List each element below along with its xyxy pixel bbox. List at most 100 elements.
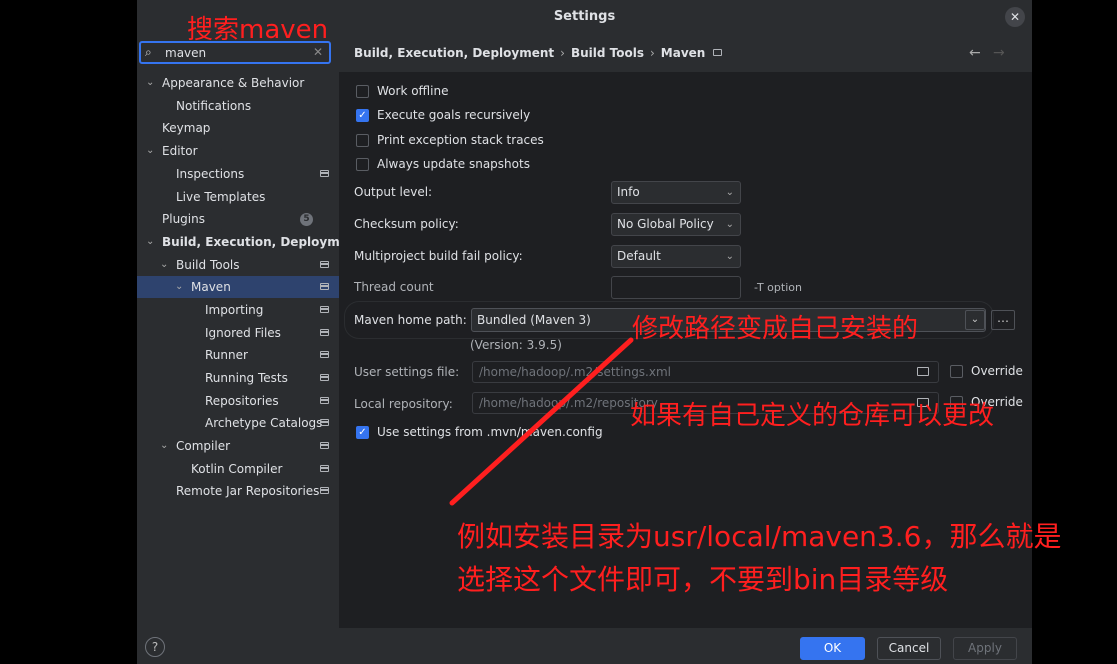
- project-settings-icon: [713, 49, 723, 56]
- sidebar-item-build-tools[interactable]: ⌄ Build Tools: [137, 254, 339, 276]
- select-value: Info: [617, 185, 640, 199]
- local-repository-label: Local repository:: [354, 397, 453, 411]
- sidebar-item-label: Kotlin Compiler: [191, 462, 283, 476]
- sidebar-item-keymap[interactable]: Keymap: [137, 117, 339, 139]
- sidebar-item-inspections[interactable]: Inspections: [137, 163, 339, 185]
- chevron-right-icon: ›: [560, 46, 565, 60]
- sidebar-item-editor[interactable]: ⌄ Editor: [137, 140, 339, 162]
- sidebar-item-appearance-behavior[interactable]: ⌄ Appearance & Behavior: [137, 72, 339, 94]
- checksum-policy-select[interactable]: No Global Policy ⌄: [611, 213, 741, 236]
- project-settings-icon: [320, 170, 329, 177]
- checkbox-box[interactable]: ✓: [356, 426, 369, 439]
- checkbox-box[interactable]: [950, 365, 963, 378]
- search-input[interactable]: [165, 45, 305, 61]
- sidebar-item-archetype-catalogs[interactable]: Archetype Catalogs: [137, 412, 339, 434]
- user-settings-field[interactable]: /home/hadoop/.m2/settings.xml: [472, 361, 939, 383]
- sidebar-item-kotlin-compiler[interactable]: Kotlin Compiler: [137, 458, 339, 480]
- sidebar-item-remote-jar-repositories[interactable]: Remote Jar Repositories: [137, 480, 339, 502]
- project-settings-icon: [320, 419, 329, 426]
- breadcrumb: Build, Execution, Deployment › Build Tools…: [339, 34, 1032, 72]
- checkbox-box[interactable]: [356, 85, 369, 98]
- maven-version-text: (Version: 3.9.5): [470, 338, 562, 352]
- checkbox-label: Always update snapshots: [377, 157, 530, 171]
- sidebar-item-notifications[interactable]: Notifications: [137, 95, 339, 117]
- breadcrumb-item[interactable]: Build, Execution, Deployment: [354, 46, 554, 60]
- sidebar-item-label: Keymap: [162, 121, 211, 135]
- close-button[interactable]: ✕: [1005, 7, 1025, 27]
- settings-sidebar: ⌕ ✕ ⌄ Appearance & Behavior Notification…: [137, 34, 362, 628]
- sidebar-item-label: Ignored Files: [205, 326, 281, 340]
- annotation-example-line2: 选择这个文件即可，不要到bin目录等级: [457, 563, 949, 596]
- thread-count-input[interactable]: [611, 276, 741, 299]
- plugins-update-badge: 5: [300, 213, 313, 226]
- chevron-down-icon[interactable]: ⌄: [146, 72, 158, 94]
- fail-policy-select[interactable]: Default ⌄: [611, 245, 741, 268]
- project-settings-icon: [320, 329, 329, 336]
- search-icon: ⌕: [145, 45, 152, 59]
- sidebar-item-label: Archetype Catalogs: [205, 416, 323, 430]
- project-settings-icon: [320, 465, 329, 472]
- annotation-search-hint: 搜索maven: [187, 15, 329, 45]
- chevron-down-icon[interactable]: ⌄: [146, 231, 158, 253]
- apply-button[interactable]: Apply: [953, 637, 1017, 660]
- chevron-down-icon[interactable]: ⌄: [175, 276, 187, 298]
- sidebar-item-label: Notifications: [176, 99, 252, 113]
- sidebar-item-maven[interactable]: ⌄ Maven: [137, 276, 339, 298]
- chevron-right-icon: ›: [649, 46, 655, 60]
- close-icon: ✕: [1009, 10, 1021, 24]
- annotation-example-line1: 例如安装目录为usr/local/maven3.6，那么就是: [457, 520, 1062, 553]
- checkbox-label: Work offline: [377, 84, 449, 98]
- sidebar-item-build-execution-deployment[interactable]: ⌄ Build, Execution, Deployment: [137, 231, 362, 253]
- dialog-button-bar: ? OK Cancel Apply: [137, 628, 1032, 664]
- sidebar-item-plugins[interactable]: Plugins 5: [137, 208, 339, 230]
- select-value: No Global Policy: [617, 217, 714, 231]
- sidebar-item-repositories[interactable]: Repositories: [137, 390, 339, 412]
- sidebar-item-label: Plugins: [162, 212, 205, 226]
- annotation-path-hint: 修改路径变成自己安装的: [632, 314, 919, 344]
- sidebar-item-label: Repositories: [205, 394, 279, 408]
- checksum-policy-label: Checksum policy:: [354, 217, 459, 231]
- checkbox-label: Use settings from .mvn/maven.config: [377, 425, 603, 439]
- sidebar-item-label: Remote Jar Repositories: [176, 484, 320, 498]
- output-level-select[interactable]: Info ⌄: [611, 181, 741, 204]
- sidebar-item-label: Importing: [205, 303, 264, 317]
- chevron-down-icon: ⌄: [725, 187, 734, 198]
- project-settings-icon: [320, 351, 329, 358]
- forward-arrow-icon[interactable]: →: [993, 45, 1005, 61]
- sidebar-item-label: Running Tests: [205, 371, 288, 385]
- cancel-button[interactable]: Cancel: [877, 637, 941, 660]
- sidebar-item-importing[interactable]: Importing: [137, 299, 339, 321]
- maven-home-browse-button[interactable]: …: [991, 310, 1015, 330]
- sidebar-item-ignored-files[interactable]: Ignored Files: [137, 322, 339, 344]
- sidebar-item-runner[interactable]: Runner: [137, 344, 339, 366]
- thread-count-hint: -T option: [754, 281, 802, 294]
- sidebar-item-label: Inspections: [176, 167, 245, 181]
- breadcrumb-item: Maven: [660, 46, 706, 60]
- breadcrumb-item[interactable]: Build Tools: [571, 46, 644, 60]
- maven-home-label: Maven home path:: [354, 313, 467, 327]
- folder-icon[interactable]: [917, 367, 929, 376]
- ellipsis-icon: …: [997, 311, 1009, 325]
- sidebar-item-running-tests[interactable]: Running Tests: [137, 367, 339, 389]
- checkbox-box[interactable]: ✓: [356, 109, 369, 122]
- sidebar-item-label: Appearance & Behavior: [162, 76, 305, 90]
- project-settings-icon: [320, 487, 329, 494]
- project-settings-icon: [320, 283, 329, 290]
- ok-button[interactable]: OK: [800, 637, 865, 660]
- maven-home-dropdown-button[interactable]: ⌄: [965, 310, 985, 330]
- sidebar-item-label: Build Tools: [176, 258, 240, 272]
- chevron-down-icon[interactable]: ⌄: [146, 140, 158, 162]
- help-button[interactable]: ?: [145, 637, 165, 657]
- question-icon: ?: [151, 640, 159, 654]
- chevron-down-icon[interactable]: ⌄: [160, 435, 172, 457]
- checkbox-box[interactable]: [356, 134, 369, 147]
- sidebar-item-live-templates[interactable]: Live Templates: [137, 186, 339, 208]
- sidebar-item-label: Editor: [162, 144, 198, 158]
- chevron-down-icon: ⌄: [725, 251, 734, 262]
- checkbox-box[interactable]: [356, 158, 369, 171]
- clear-search-icon[interactable]: ✕: [313, 45, 323, 59]
- chevron-down-icon[interactable]: ⌄: [160, 254, 172, 276]
- sidebar-item-compiler[interactable]: ⌄ Compiler: [137, 435, 339, 457]
- back-arrow-icon[interactable]: ←: [969, 45, 981, 61]
- sidebar-item-label: Build, Execution, Deployment: [162, 235, 363, 249]
